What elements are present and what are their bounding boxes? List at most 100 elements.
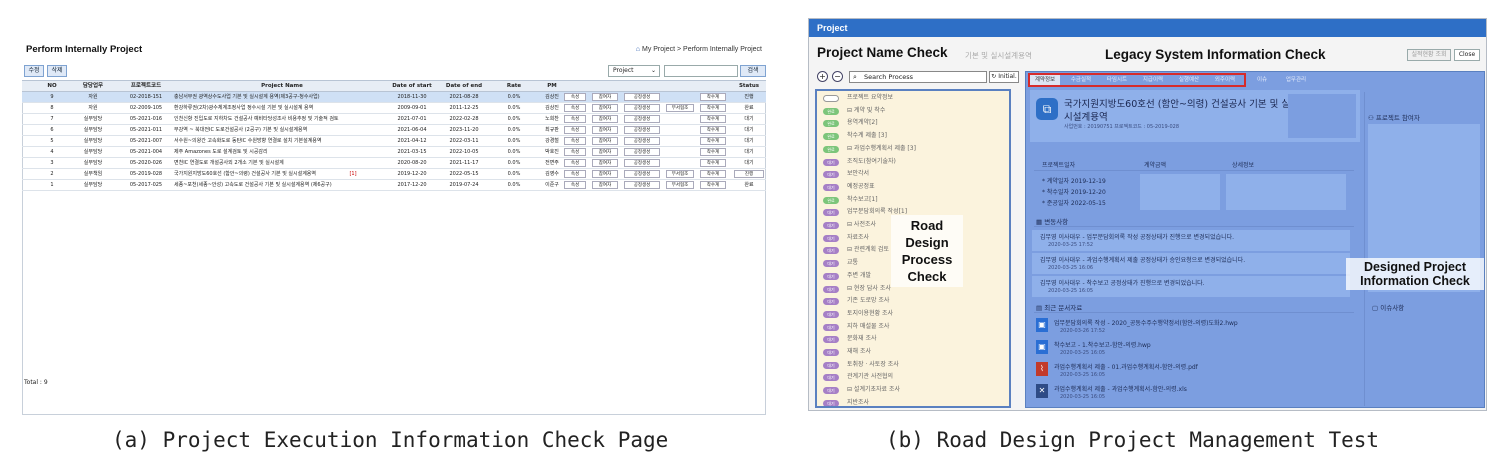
tree-item[interactable]: 대기 조직도(참여기술자) (817, 157, 1007, 167)
search-button[interactable]: 검색 (740, 65, 766, 77)
cell-name[interactable]: 면천IC 연결도로 개설공사외 2개소 기본 및 실시설계 (174, 158, 390, 168)
column-header[interactable]: Status (734, 81, 764, 91)
tree-item[interactable]: 대기 토지이용현황 조사 (817, 309, 1007, 319)
row-button-b5[interactable]: 착수계 (700, 170, 726, 178)
row-button-b1[interactable]: 속성 (564, 126, 586, 134)
cell-name[interactable]: 인천신항 진입도로 지하차도 건설공사 예비타당성조사 비용추정 및 기술적 검… (174, 114, 390, 124)
row-button-b4[interactable]: 부서협조 (666, 104, 694, 112)
row-button-b2[interactable]: 참여자 (592, 137, 618, 145)
row-button-b4[interactable]: 부서협조 (666, 170, 694, 178)
row-button-b3[interactable]: 공정생성 (624, 181, 660, 189)
row-button-b3[interactable]: 공정생성 (624, 170, 660, 178)
view-record-button[interactable]: 실적현황 조회 (1407, 49, 1451, 61)
column-header[interactable]: Date of end (438, 81, 490, 91)
legacy-tab[interactable]: 이슈 (1250, 74, 1274, 86)
document-link[interactable]: 과업수행계획서 제출 - 01.과업수행계획서-함안-의령.pdf (1054, 362, 1198, 371)
home-icon[interactable]: ⌂ (636, 46, 640, 53)
cell-name[interactable]: 제주 Amazones 도로 설계검토 및 시공감리 (174, 147, 390, 157)
row-button-b2[interactable]: 참여자 (592, 170, 618, 178)
cell-name[interactable]: 부강역 ~ 북대전IC 도로건설공사 (2공구) 기본 및 실시설계용역 (174, 125, 390, 135)
row-button-b3[interactable]: 공정생성 (624, 126, 660, 134)
initial-button[interactable]: ↻ Initial. (989, 71, 1019, 83)
row-button-b2[interactable]: 참여자 (592, 104, 618, 112)
row-button-b3[interactable]: 공정생성 (624, 137, 660, 145)
table-row[interactable]: 7 실무담당 05-2021-016 인천신항 진입도로 지하차도 건설공사 예비타당… (22, 114, 766, 125)
row-button-b5[interactable]: 착수계 (700, 93, 726, 101)
search-input[interactable] (664, 65, 738, 77)
hwp-file-icon[interactable]: ▣ (1036, 318, 1048, 332)
cell-name[interactable]: 환강하류권(2차)광수체계조정사업 정수시설 기본 및 실시설계 용역 (174, 103, 390, 113)
row-button-b5[interactable]: 착수계 (700, 137, 726, 145)
row-button-b5[interactable]: 착수계 (700, 104, 726, 112)
row-button-b5[interactable]: 착수계 (700, 181, 726, 189)
tree-item[interactable]: 완료 착수계 제출 [3] (817, 131, 1007, 141)
row-button-b1[interactable]: 속성 (564, 137, 586, 145)
row-button-b5[interactable]: 착수계 (700, 159, 726, 167)
table-row[interactable]: 9 자원 02-2018-151 충남서부권 광역상수도사업 기본 및 실시설계 용역… (22, 92, 766, 103)
column-header[interactable]: PM (534, 81, 570, 91)
row-button-b5[interactable]: 착수계 (700, 148, 726, 156)
row-button-b3[interactable]: 공정생성 (624, 104, 660, 112)
tree-item[interactable]: 대기 관계기관 사전협의 (817, 372, 1007, 382)
close-button[interactable]: Close (1454, 49, 1480, 61)
tree-item[interactable]: 대기 토취장 · 사토장 조사 (817, 360, 1007, 370)
table-row[interactable]: 1 실무담당 05-2017-025 세종~포천(세종~안성) 고속도로 건설공사 기… (22, 180, 766, 191)
tree-item[interactable]: 대기 ⊟ 설계기초자료 조사 (817, 385, 1007, 395)
row-button-b1[interactable]: 속성 (564, 148, 586, 156)
row-button-b1[interactable]: 속성 (564, 93, 586, 101)
row-button-b2[interactable]: 참여자 (592, 115, 618, 123)
row-button-b2[interactable]: 참여자 (592, 181, 618, 189)
document-link[interactable]: 착수보고 - 1.착수보고-함안-의령.hwp (1054, 340, 1151, 349)
tree-item[interactable]: 대기 기존 도로망 조사 (817, 296, 1007, 306)
column-header[interactable]: 프로젝트코드 (118, 81, 174, 91)
row-button-b2[interactable]: 참여자 (592, 148, 618, 156)
row-button-b2[interactable]: 참여자 (592, 126, 618, 134)
row-button-b1[interactable]: 속성 (564, 181, 586, 189)
tree-item[interactable]: 완료 용역계약[2] (817, 118, 1007, 128)
delete-button[interactable]: 삭제 (47, 65, 67, 77)
expand-all-icon[interactable]: + (817, 71, 828, 82)
row-button-b3[interactable]: 공정생성 (624, 115, 660, 123)
breadcrumb-text[interactable]: My Project > Perform Internally Project (642, 46, 762, 53)
excel-file-icon[interactable]: ✕ (1036, 384, 1048, 398)
table-row[interactable]: 4 실무담당 05-2021-004 제주 Amazones 도로 설계검토 및 시공… (22, 147, 766, 158)
tree-item[interactable]: 프로젝트 요약정보 (817, 93, 1007, 103)
tree-item[interactable]: 대기 재해 조사 (817, 347, 1007, 357)
table-row[interactable]: 6 실무담당 05-2021-011 부강역 ~ 북대전IC 도로건설공사 (2공구)… (22, 125, 766, 136)
row-button-b2[interactable]: 참여자 (592, 159, 618, 167)
tree-item[interactable]: 완료 ⊟ 계약 및 착수 (817, 106, 1007, 116)
pdf-file-icon[interactable]: ⌇ (1036, 362, 1048, 376)
document-link[interactable]: 과업수행계획서 제출 - 과업수행계획서-함안-의령.xls (1054, 384, 1187, 393)
row-button-b2[interactable]: 참여자 (592, 93, 618, 101)
filter-select[interactable]: Project ⌄ (608, 65, 660, 77)
tree-item[interactable]: 완료 착수보고[1] (817, 195, 1007, 205)
row-button-b4[interactable]: 부서협조 (666, 181, 694, 189)
tree-item[interactable]: 완료 ⊟ 과업수행계획서 제출 [3] (817, 144, 1007, 154)
row-button-b5[interactable]: 착수계 (700, 126, 726, 134)
row-button-b1[interactable]: 속성 (564, 159, 586, 167)
column-header[interactable]: 담당업무 (74, 81, 112, 91)
tree-item[interactable]: 대기 지반조사 (817, 398, 1007, 406)
tree-item[interactable]: 대기 문화재 조사 (817, 334, 1007, 344)
tree-item[interactable]: 대기 지하 매설물 조사 (817, 322, 1007, 332)
column-header[interactable]: NO (44, 81, 60, 91)
edit-button[interactable]: 수정 (24, 65, 44, 77)
row-button-b1[interactable]: 속성 (564, 104, 586, 112)
row-button-b3[interactable]: 공정생성 (624, 148, 660, 156)
document-link[interactable]: 업무분담회의록 작성 - 2020_공동수주수행약정서(함안-의령)도화2.hw… (1054, 318, 1238, 327)
row-button-b5[interactable]: 착수계 (700, 115, 726, 123)
column-header[interactable]: Date of start (388, 81, 436, 91)
row-button-b3[interactable]: 공정생성 (624, 93, 660, 101)
table-row[interactable]: 5 실무담당 05-2021-007 서수원~의왕간 고속화도로 동탄IC 수원방향 … (22, 136, 766, 147)
cell-name[interactable]: 서수원~의왕간 고속화도로 동탄IC 수원방향 연결로 설치 기본설계용역 (174, 136, 390, 146)
table-row[interactable]: 3 실무담당 05-2020-026 면천IC 연결도로 개설공사외 2개소 기본 및… (22, 158, 766, 169)
column-header[interactable]: Project Name (174, 81, 390, 91)
row-button-b1[interactable]: 속성 (564, 170, 586, 178)
table-row[interactable]: 2 실무책임 05-2019-028 국가지원지방도60호선 (함안~의령) 건설공사… (22, 169, 766, 180)
tree-item[interactable]: 대기 보안각서 (817, 169, 1007, 179)
collapse-all-icon[interactable]: − (832, 71, 843, 82)
cell-name[interactable]: 충남서부권 광역상수도사업 기본 및 실시설계 용역(제3공구-청수사업) (174, 92, 390, 102)
hwp-file-icon[interactable]: ▣ (1036, 340, 1048, 354)
process-search-input[interactable]: ⌕ Search Process (849, 71, 987, 83)
column-header[interactable]: Rate (496, 81, 532, 91)
